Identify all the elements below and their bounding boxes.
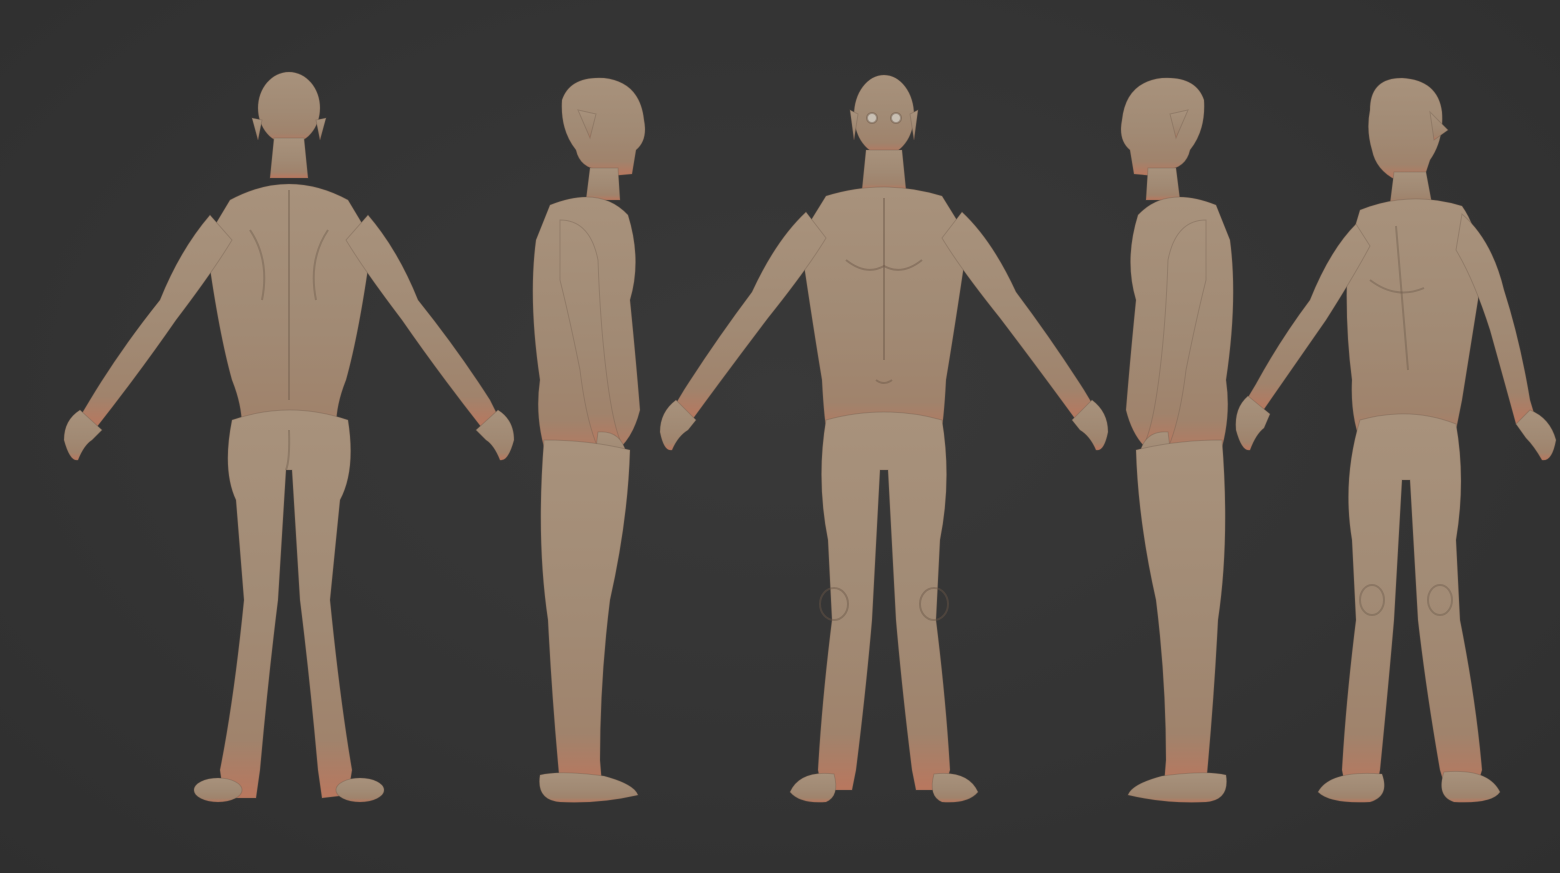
- figure-three-quarter-view: [1235, 77, 1557, 803]
- tq-head: [1367, 77, 1443, 181]
- tq-legs: [1341, 413, 1483, 791]
- turnaround-viewport: [0, 0, 1560, 873]
- tq-hand-right: [1515, 409, 1557, 461]
- tq-foot-left: [1317, 772, 1385, 803]
- tq-foot-right: [1441, 770, 1501, 803]
